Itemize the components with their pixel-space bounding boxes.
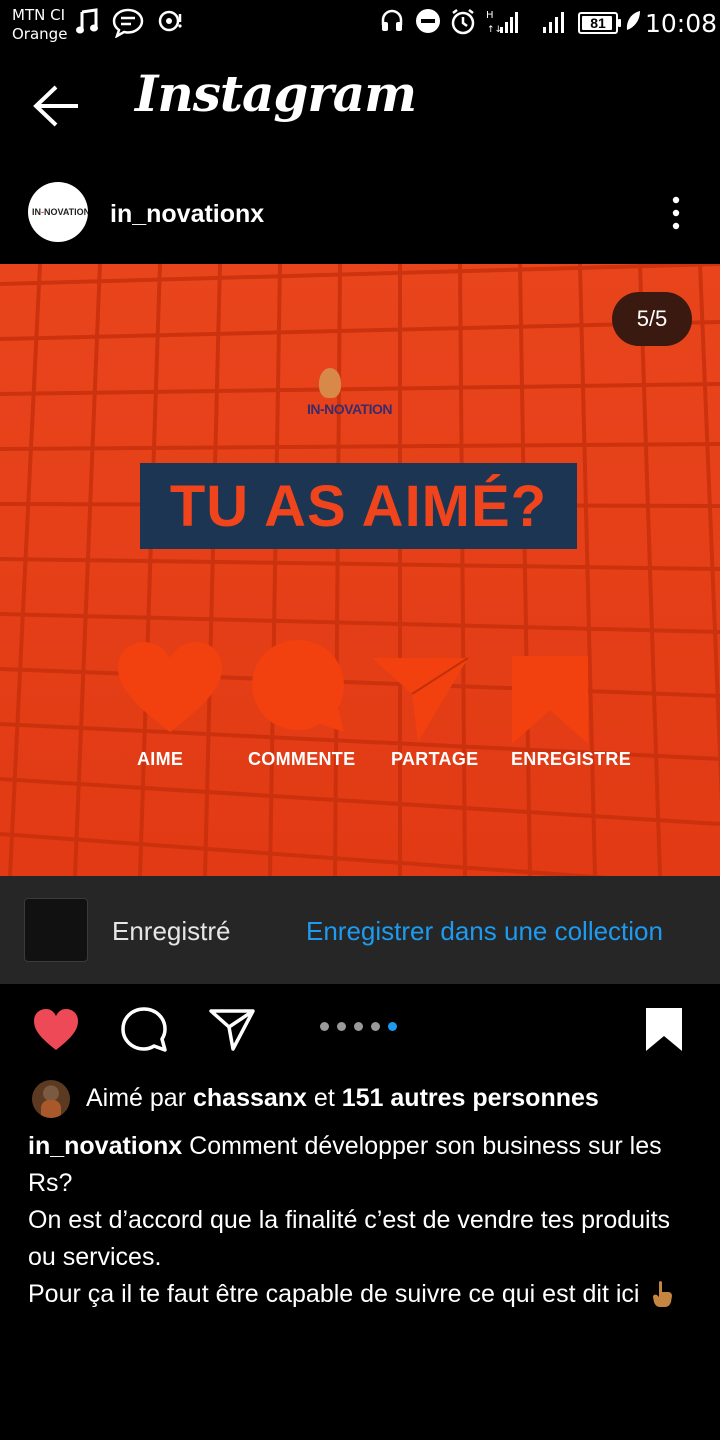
carousel-dot xyxy=(320,1022,329,1031)
liker-avatar[interactable] xyxy=(32,1080,70,1118)
background-grid xyxy=(0,264,720,876)
comment-icon[interactable] xyxy=(120,1006,168,1054)
caption-line: On est d’accord que la finalité c’est de… xyxy=(28,1206,671,1271)
brand-name: IN-NOVATION xyxy=(307,401,392,417)
svg-text:↑↓: ↑↓ xyxy=(487,25,502,35)
image-comment-icon xyxy=(252,640,344,732)
headphones-icon xyxy=(381,9,403,31)
alarm-icon xyxy=(451,9,475,35)
clock: 10:08 xyxy=(645,9,718,38)
brand-logo: IN-NOVATION xyxy=(305,368,415,426)
do-not-disturb-icon xyxy=(416,9,440,33)
likes-summary[interactable]: Aimé par chassanx et 151 autres personne… xyxy=(86,1084,599,1113)
leaf-icon xyxy=(626,11,640,30)
carousel-dot xyxy=(354,1022,363,1031)
post-username[interactable]: in_novationx xyxy=(110,200,264,229)
carousel-dot xyxy=(337,1022,346,1031)
likes-connector: et xyxy=(313,1084,335,1112)
image-heart-icon xyxy=(118,642,222,732)
image-label-share: PARTAGE xyxy=(391,749,479,769)
svg-text:H: H xyxy=(486,10,494,21)
saved-bar: Enregistré Enregistrer dans une collecti… xyxy=(0,876,720,984)
back-arrow-icon[interactable] xyxy=(30,82,82,130)
pointing-down-icon xyxy=(653,1281,673,1307)
likes-others[interactable]: 151 autres personnes xyxy=(342,1084,599,1112)
image-label-like: AIME xyxy=(137,749,184,769)
hotspot-icon xyxy=(158,10,182,32)
avatar[interactable]: IN-NOVATION xyxy=(28,182,88,242)
avatar-logo: IN-NOVATION xyxy=(32,207,88,217)
status-bar: MTN CI Orange H ↑↓ 81 10:08 xyxy=(0,0,720,48)
heart-icon[interactable] xyxy=(32,1006,80,1054)
likes-user[interactable]: chassanx xyxy=(193,1084,307,1112)
saved-label: Enregistré xyxy=(112,916,231,946)
save-to-collection-link[interactable]: Enregistrer dans une collection xyxy=(306,916,663,947)
caption-line: Pour ça il te faut être capable de suivr… xyxy=(28,1280,640,1308)
image-share-icon xyxy=(372,657,469,742)
likes-prefix: Aimé par xyxy=(86,1084,187,1112)
image-bookmark-icon xyxy=(512,656,588,744)
headline: TU AS AIMÉ? xyxy=(169,473,548,539)
carousel-dot-active xyxy=(388,1022,397,1031)
post-caption: in_novationx Comment développer son busi… xyxy=(28,1128,700,1313)
battery-icon: 81 xyxy=(578,12,621,34)
image-label-save: ENREGISTRE xyxy=(511,749,632,769)
carrier-name-secondary: Orange xyxy=(12,25,68,43)
signal-icon xyxy=(543,12,564,33)
signal-h-icon: H ↑↓ xyxy=(486,10,518,35)
bulb-icon xyxy=(319,368,341,398)
headline-box: TU AS AIMÉ? xyxy=(140,463,577,549)
more-vertical-icon[interactable] xyxy=(664,192,688,236)
carousel-counter: 5/5 xyxy=(612,292,692,346)
carrier-label: MTN CI Orange xyxy=(12,6,67,44)
bookmark-icon[interactable] xyxy=(640,1006,688,1054)
message-icon xyxy=(112,8,144,38)
carousel-indicator xyxy=(320,1022,397,1031)
music-note-icon xyxy=(76,8,98,34)
caption-username[interactable]: in_novationx xyxy=(28,1132,182,1160)
saved-thumbnail[interactable] xyxy=(24,898,88,962)
carrier-name: MTN CI xyxy=(12,6,65,24)
battery-level: 81 xyxy=(590,15,606,31)
image-label-comment: COMMENTE xyxy=(248,749,356,769)
carousel-dot xyxy=(371,1022,380,1031)
app-title: Instagram xyxy=(135,64,417,123)
post-image[interactable] xyxy=(0,264,720,876)
share-icon[interactable] xyxy=(208,1006,256,1054)
